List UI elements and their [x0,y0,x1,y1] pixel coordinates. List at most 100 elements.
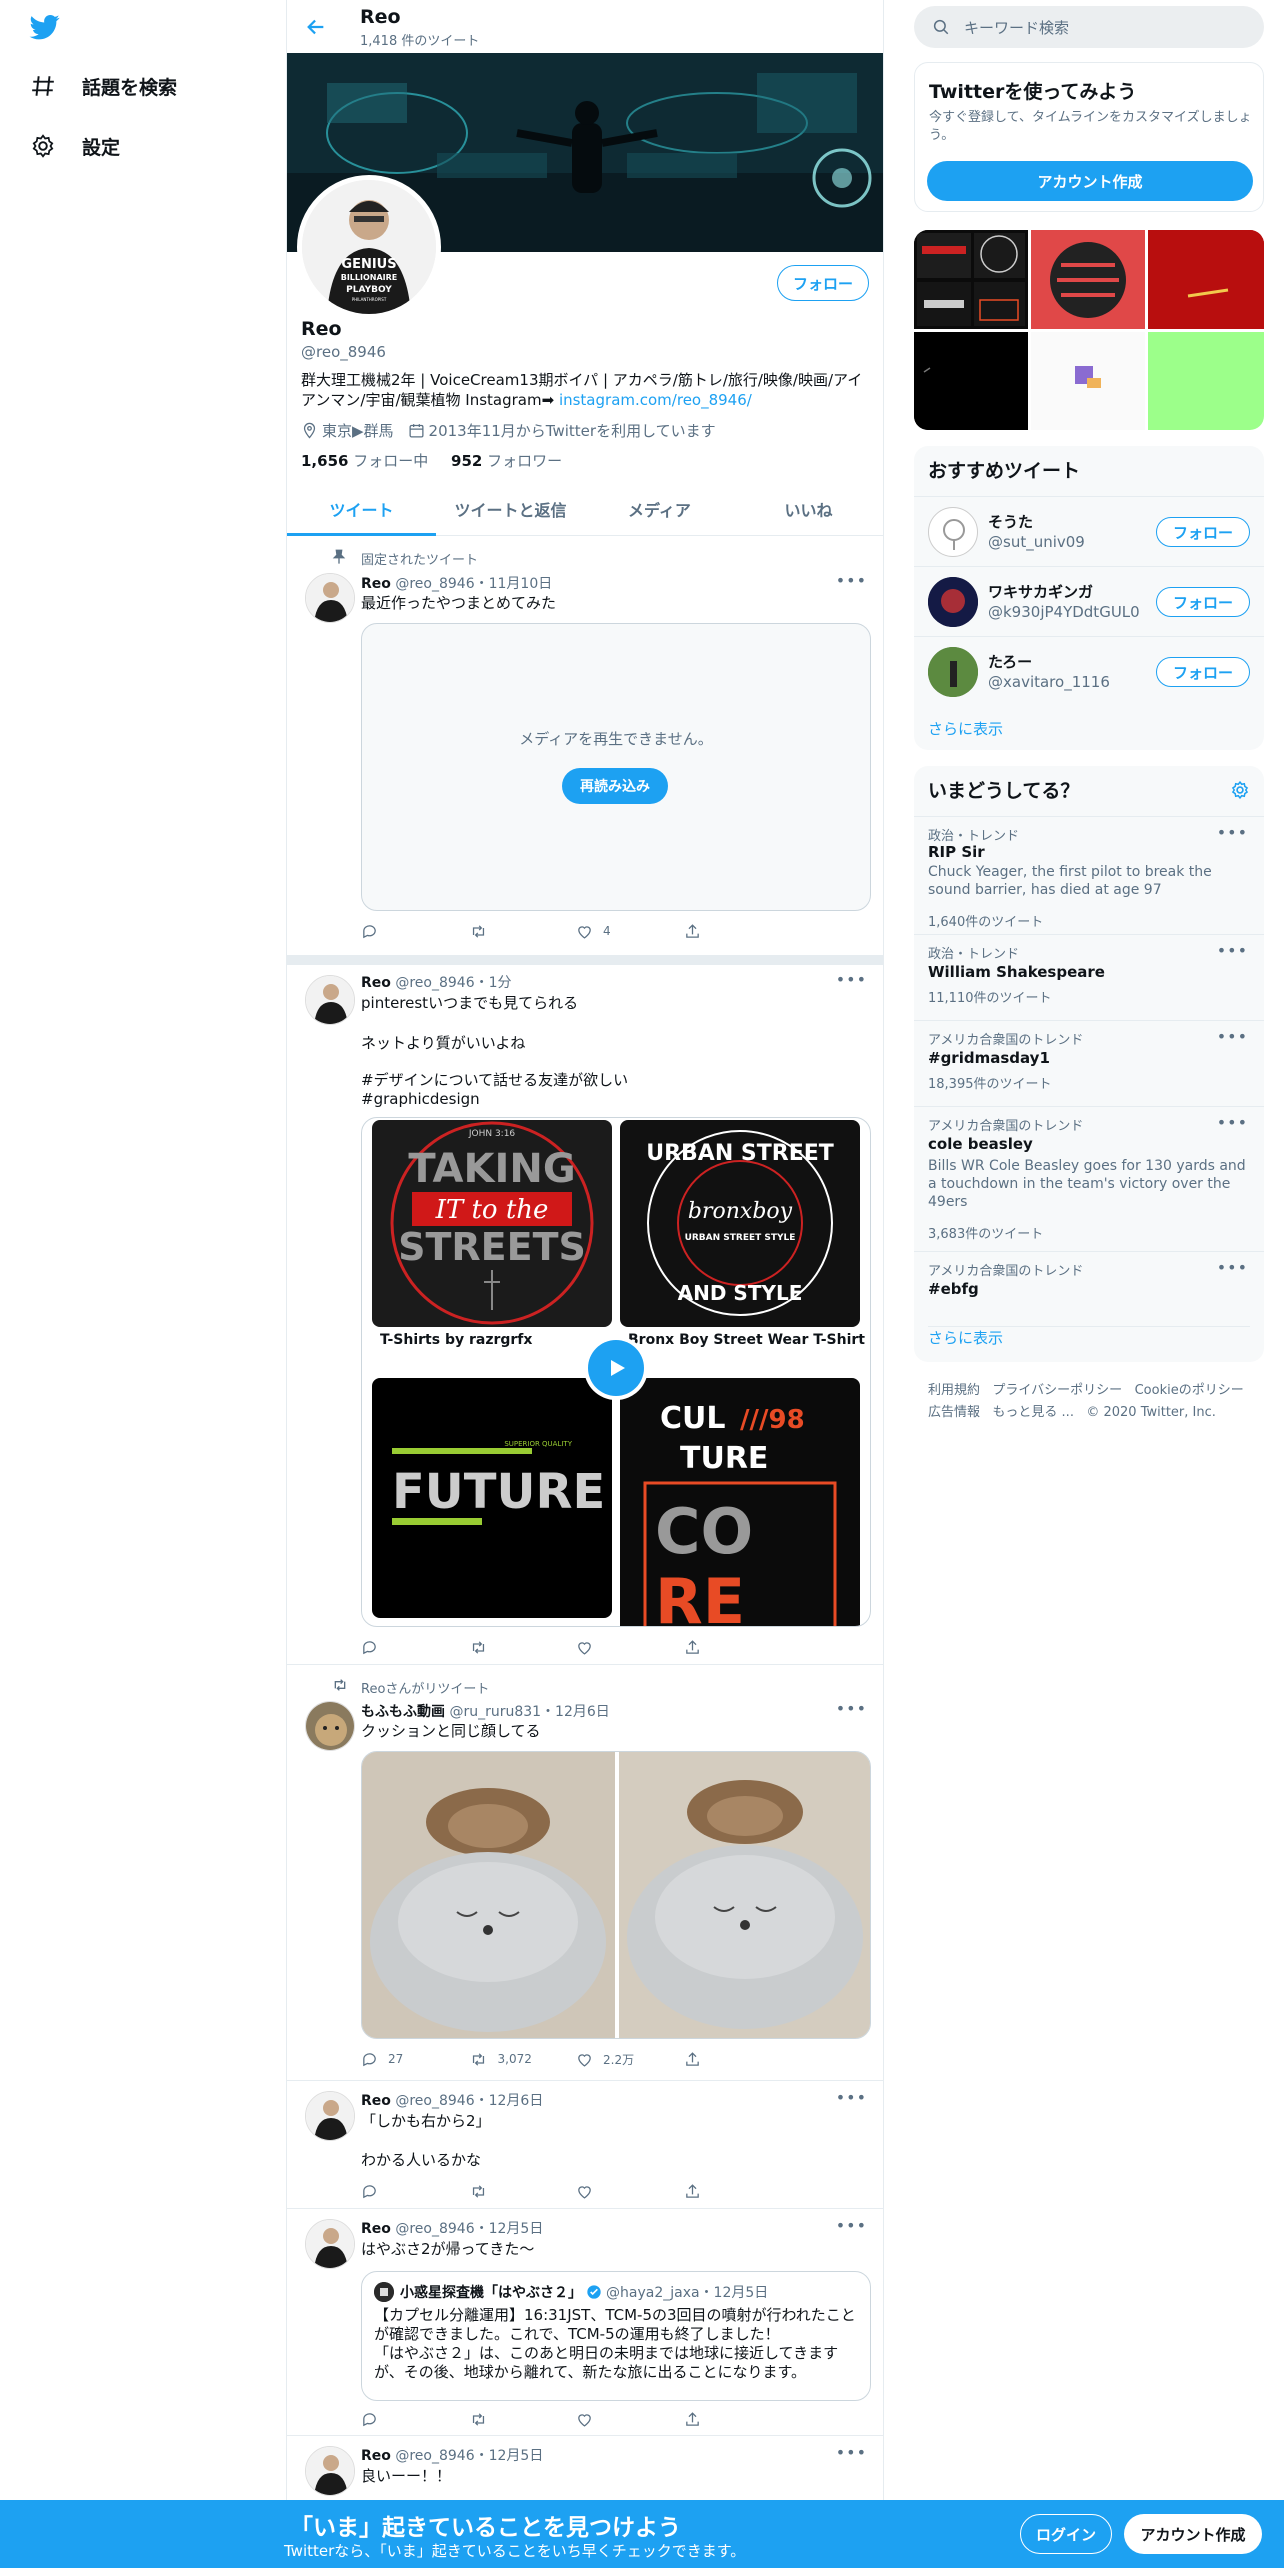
tab-likes[interactable]: いいね [734,482,883,535]
media-image[interactable]: CUL ///98 TURE CO RE [620,1378,860,1626]
media-thumbnail[interactable] [914,332,1028,430]
trend-item[interactable]: 政治・トレンド ••• William Shakespeare 11,110件の… [914,934,1264,1020]
trend-item[interactable]: 政治・トレンド ••• RIP Sir Chuck Yeager, the fi… [914,816,1264,934]
user-avatar[interactable] [928,647,978,697]
user-avatar[interactable] [928,577,978,627]
followers-link[interactable]: 952 フォロワー [451,452,562,470]
avatar[interactable] [305,2219,355,2269]
tweet-retweeted[interactable]: Reoさんがリツイート もふもふ動画 @ru_ruru831・12月6日 •••… [287,1665,883,2081]
search-box[interactable]: キーワード検索 [914,6,1264,48]
retweet-button[interactable] [469,921,577,941]
trend-item[interactable]: アメリカ合衆国のトレンド ••• #gridmasday1 18,395件のツイ… [914,1020,1264,1106]
tweet[interactable]: Reo @reo_8946・12月5日 ••• 良いーー！！ [287,2436,883,2500]
more-icon[interactable]: ••• [836,970,867,989]
tweet-author[interactable]: Reo [361,576,391,592]
share-button[interactable] [684,921,792,941]
profile-avatar[interactable]: GENIUS BILLIONAIRE PLAYBOY PHILANTHROPIS… [297,175,441,319]
follow-button[interactable]: フォロー [777,265,869,301]
tweet-author[interactable]: Reo [361,2093,391,2109]
signup-button[interactable]: アカウント作成 [927,161,1253,201]
media-thumbnail[interactable] [914,230,1028,329]
show-more-link[interactable]: さらに表示 [928,718,1003,739]
gear-icon[interactable] [1230,780,1250,800]
avatar[interactable] [305,975,355,1025]
media-image[interactable]: URBAN STREET bronxboy URBAN STREET STYLE… [620,1120,860,1327]
media-image[interactable] [362,1752,615,2038]
reply-button[interactable] [361,1637,469,1657]
hashtag-link[interactable]: #デザインについて話せる友達が欲しい [361,1070,628,1090]
play-button[interactable] [584,1336,648,1400]
retweet-button[interactable]: 3,072 [469,2049,577,2069]
hashtag-link[interactable]: #graphicdesign [361,1089,480,1109]
media-thumbnail[interactable] [1148,230,1264,329]
signup-button[interactable]: アカウント作成 [1124,2514,1262,2554]
like-button[interactable] [576,2409,684,2429]
tweet[interactable]: Reo @reo_8946・12月5日 ••• はやぶさ2が帰ってきた〜 小惑星… [287,2209,883,2436]
media-image[interactable]: JOHN 3:16 TAKING IT to the STREETS [372,1120,612,1327]
tweet-author[interactable]: もふもふ動画 [361,1704,445,1720]
trend-item[interactable]: アメリカ合衆国のトレンド ••• cole beasley Bills WR C… [914,1106,1264,1251]
more-icon[interactable]: ••• [836,1699,867,1718]
like-button[interactable] [576,2181,684,2201]
twitter-logo-icon[interactable] [28,12,62,42]
follow-button[interactable]: フォロー [1156,587,1250,617]
share-button[interactable] [684,1637,792,1657]
tab-media[interactable]: メディア [585,482,734,535]
tweet-pinned[interactable]: 固定されたツイート Reo @reo_8946・11月10日 ••• 最近作った… [287,537,883,957]
back-arrow-icon[interactable] [305,16,327,38]
nav-explore[interactable]: 話題を検索 [30,66,177,106]
media-thumbnail[interactable] [1148,332,1264,430]
share-button[interactable] [684,2181,792,2201]
tweet-author[interactable]: Reo [361,2221,391,2237]
quote-tweet[interactable]: 小惑星探査機「はやぶさ２」 @haya2_jaxa・12月5日 【カプセル分離運… [361,2271,871,2401]
user-row[interactable]: たろー @xavitaro_1116 フォロー [914,636,1264,706]
avatar[interactable] [305,573,355,623]
footer-link[interactable]: 利用規約 [928,1383,980,1398]
user-avatar[interactable] [928,507,978,557]
footer-link[interactable]: プライバシーポリシー [992,1383,1122,1398]
user-row[interactable]: ワキサカギンガ @k930jP4YDdtGUL0 フォロー [914,566,1264,636]
trend-item[interactable]: アメリカ合衆国のトレンド ••• #ebfg [914,1251,1264,1311]
more-icon[interactable]: ••• [836,2443,867,2462]
media-grid[interactable]: JOHN 3:16 TAKING IT to the STREETS T-Shi… [361,1117,871,1627]
media-image[interactable] [619,1752,870,2038]
follow-button[interactable]: フォロー [1156,657,1250,687]
avatar[interactable] [305,1701,355,1751]
bio-link[interactable]: instagram.com/reo_8946/ [559,391,752,409]
tab-tweets-and-replies[interactable]: ツイートと返信 [436,482,585,535]
user-row[interactable]: そうた @sut_univ09 フォロー [914,496,1264,566]
tab-tweets[interactable]: ツイート [287,482,436,536]
reply-button[interactable] [361,2409,469,2429]
avatar[interactable] [305,2091,355,2141]
search-input[interactable]: キーワード検索 [964,17,1069,38]
media-image[interactable]: SUPERIOR QUALITY FUTURE [372,1378,612,1618]
more-icon[interactable]: ••• [1217,1258,1248,1277]
like-button[interactable] [576,1637,684,1657]
retweet-button[interactable] [469,1637,577,1657]
more-icon[interactable]: ••• [836,571,867,590]
media-thumbnail[interactable] [1031,332,1145,430]
tweet[interactable]: Reo @reo_8946・1分 ••• pinterestいつまでも見てられる… [287,965,883,1665]
more-icon[interactable]: ••• [1217,941,1248,960]
reply-button[interactable] [361,2181,469,2201]
avatar[interactable] [305,2446,355,2496]
media-thumbnail[interactable] [1031,230,1145,329]
share-button[interactable] [684,2049,792,2069]
more-icon[interactable]: ••• [1217,1027,1248,1046]
more-icon[interactable]: ••• [1217,1113,1248,1132]
tweet[interactable]: Reo @reo_8946・12月6日 ••• 「しかも右から2」 わかる人いる… [287,2081,883,2209]
nav-settings[interactable]: 設定 [30,126,120,166]
share-button[interactable] [684,2409,792,2429]
like-button[interactable]: 2.2万 [576,2049,684,2069]
footer-link[interactable]: 広告情報 [928,1405,980,1420]
more-icon[interactable]: ••• [1217,823,1248,842]
reload-button[interactable]: 再読み込み [562,768,668,804]
footer-link[interactable]: もっと見る ... [992,1405,1074,1420]
tweet-author[interactable]: Reo [361,975,391,991]
reply-button[interactable]: 27 [361,2049,469,2069]
like-button[interactable]: 4 [576,921,684,941]
tweet-author[interactable]: Reo [361,2448,391,2464]
retweet-button[interactable] [469,2409,577,2429]
show-more-link[interactable]: さらに表示 [928,1326,1250,1348]
following-link[interactable]: 1,656 フォロー中 [301,452,428,470]
